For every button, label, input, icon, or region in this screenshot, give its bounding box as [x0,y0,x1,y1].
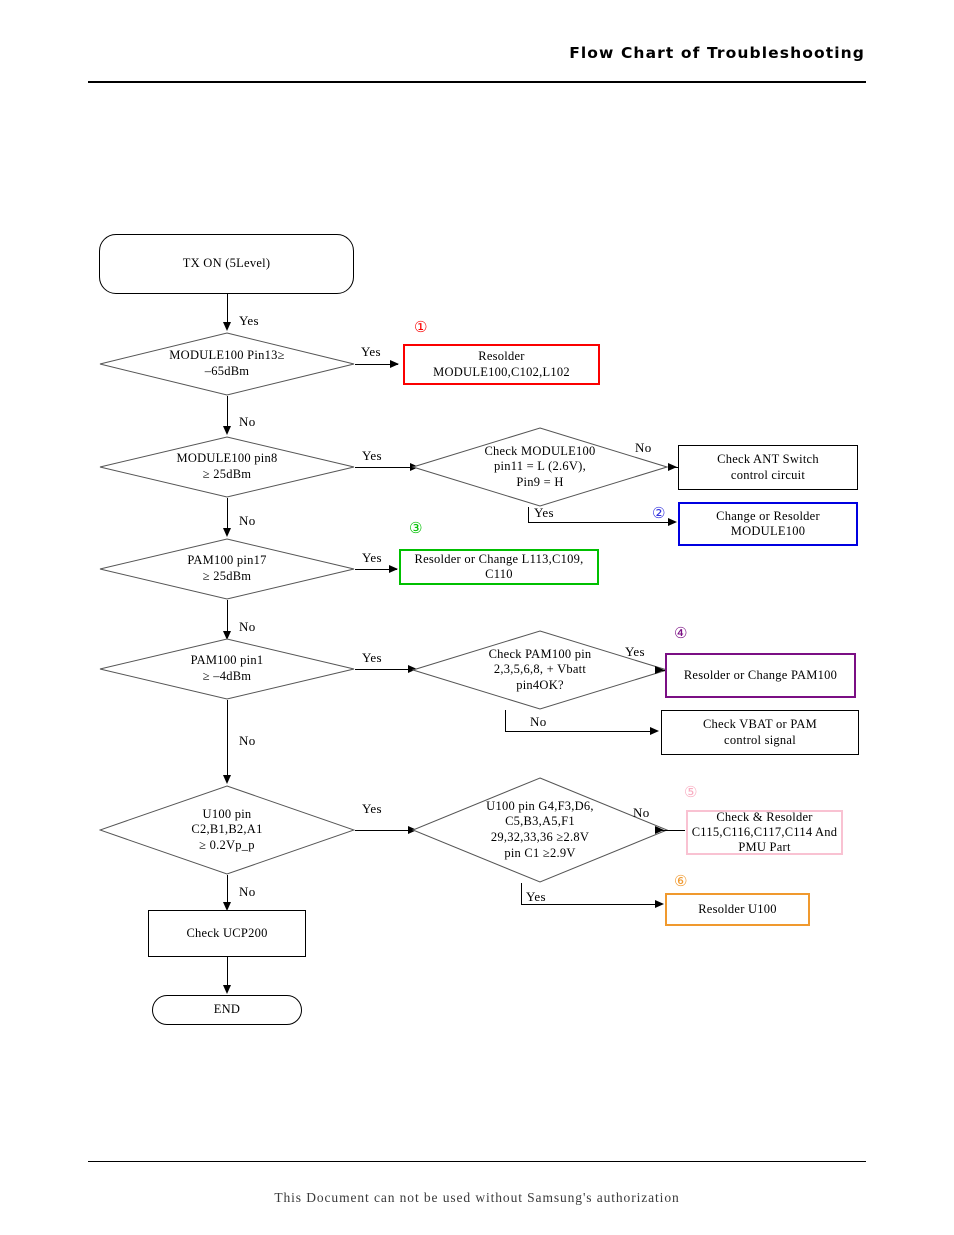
footer-divider [88,1161,866,1162]
node-action-resolder-module100: Resolder MODULE100,C102,L102 [403,344,600,385]
edge-label-yes-d5: Yes [362,801,382,816]
arrowhead-d2-d3 [222,528,231,537]
edge-label-yes-d1: Yes [361,344,381,359]
marker-6: ⑥ [674,872,688,890]
connector-d2-d3 [227,498,228,530]
node-decision-module100-pin13: MODULE100 Pin13≥ ‒65dBm [99,332,355,396]
node-action-resolder-u100: Resolder U100 [665,893,810,926]
header-divider [88,81,866,83]
arrowhead-ucp-end [222,985,231,994]
marker-3: ③ [409,519,423,537]
node-action-check-ucp200: Check UCP200 [148,910,306,957]
node-decision-check-pam100-pins-text: Check PAM100 pin 2,3,5,6,8, + Vbatt pin4… [488,646,592,692]
connector-d5b-a5b-v [521,883,522,905]
edge-label-yes-d5b: Yes [526,889,546,904]
node-decision-pam100-pin1: PAM100 pin1 ≥ ‒4dBm [99,638,355,700]
node-action-resolder-change-pam100: Resolder or Change PAM100 [665,653,856,698]
edge-label-yes-d4: Yes [362,650,382,665]
connector-d3-d4 [227,600,228,634]
edge-label-yes-d4b: Yes [625,644,645,659]
node-action-resolder-change-l113: Resolder or Change L113,C109, C110 [399,549,599,585]
edge-label-no-d3: No [239,619,256,634]
edge-label-no-d2: No [239,513,256,528]
node-decision-u100-pin-c2b1b2a1: U100 pin C2,B1,B2,A1 ≥ 0.2Vp_p [99,785,355,875]
node-action-check-ant-switch: Check ANT Switch control circuit [678,445,858,490]
node-action-check-vbat-pam: Check VBAT or PAM control signal [661,710,859,755]
edge-label-yes-d3: Yes [362,550,382,565]
node-decision-u100-pin-c2b1b2a1-text: U100 pin C2,B1,B2,A1 ≥ 0.2Vp_p [191,806,263,852]
arrowhead-d4b-a4a [655,665,664,674]
edge-label-yes-start: Yes [239,313,259,328]
marker-2: ② [652,504,666,522]
node-decision-check-module100-pins-text: Check MODULE100 pin11 = L (2.6V), Pin9 =… [484,443,596,489]
node-decision-check-module100-pins: Check MODULE100 pin11 = L (2.6V), Pin9 =… [412,427,668,507]
edge-label-yes-d2: Yes [362,448,382,463]
connector-d4-d5 [227,700,228,778]
arrowhead-d3-a3 [389,564,398,573]
node-start: TX ON (5Level) [99,234,354,294]
connector-d4b-a4b-h [505,731,655,732]
node-action-change-resolder-module100: Change or Resolder MODULE100 [678,502,858,546]
node-decision-u100-pin-voltages-text: U100 pin G4,F3,D6, C5,B3,A5,F1 29,32,33,… [486,798,594,860]
arrowhead-d5b-a5b [655,899,664,908]
edge-label-no-d4: No [239,733,256,748]
node-decision-pam100-pin1-text: PAM100 pin1 ≥ ‒4dBm [190,653,264,683]
connector-d2b-a2b-h [528,522,675,523]
arrowhead-d4b-a4b [650,726,659,735]
edge-label-no-d5: No [239,884,256,899]
node-end: END [152,995,302,1025]
node-action-check-resolder-caps-pmu: Check & Resolder C115,C116,C117,C114 And… [686,810,843,855]
node-decision-module100-pin8-text: MODULE100 pin8 ≥ 25dBm [176,451,278,481]
connector-d5-ucp [227,875,228,905]
node-decision-pam100-pin17: PAM100 pin17 ≥ 25dBm [99,538,355,600]
edge-label-yes-d2b: Yes [534,505,554,520]
connector-d4b-a4b-v [505,710,506,732]
arrowhead-d5b-a5a [655,825,664,834]
edge-label-no-d2b: No [635,440,652,455]
node-decision-module100-pin13-text: MODULE100 Pin13≥ ‒65dBm [169,348,285,378]
connector-d2b-a2b-v [528,507,529,523]
edge-label-no-d4b: No [530,714,547,729]
arrowhead-d1-a1 [390,359,399,368]
marker-1: ① [414,318,428,336]
arrowhead-start-d1 [222,322,231,331]
marker-4: ④ [674,624,688,642]
node-decision-u100-pin-voltages: U100 pin G4,F3,D6, C5,B3,A5,F1 29,32,33,… [412,777,668,883]
arrowhead-d2b-a2b [668,517,677,526]
node-decision-check-pam100-pins: Check PAM100 pin 2,3,5,6,8, + Vbatt pin4… [412,630,668,710]
connector-d2-d2b [355,467,417,468]
page-canvas: Flow Chart of Troubleshooting TX ON (5Le… [0,0,954,1235]
node-decision-pam100-pin17-text: PAM100 pin17 ≥ 25dBm [187,553,267,583]
footer-copyright: This Document can not be used without Sa… [274,1190,680,1205]
node-start-label: TX ON (5Level) [182,256,271,271]
edge-label-no-d1: No [239,414,256,429]
edge-label-no-d5b: No [633,805,650,820]
connector-start-d1 [227,294,228,324]
arrowhead-d2b-a2a [668,462,677,471]
arrowhead-d1-d2 [222,426,231,435]
arrowhead-d4-d5 [222,775,231,784]
connector-ucp-end [227,957,228,987]
connector-d1-d2 [227,396,228,428]
marker-5: ⑤ [684,783,698,801]
page-title: Flow Chart of Troubleshooting [569,44,865,62]
node-decision-module100-pin8: MODULE100 pin8 ≥ 25dBm [99,436,355,498]
